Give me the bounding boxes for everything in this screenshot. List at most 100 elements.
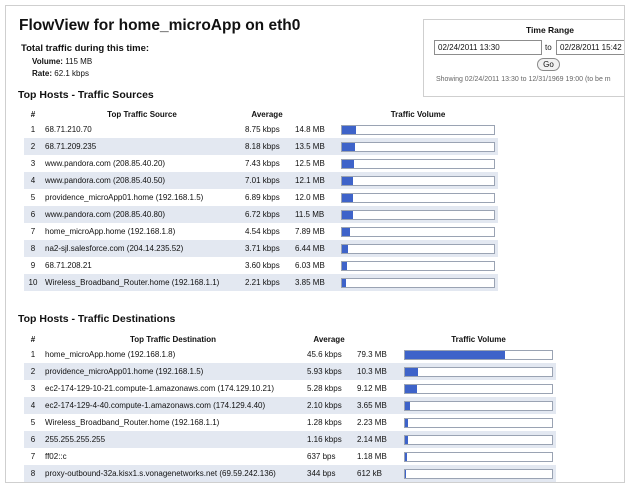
- host-cell: ff02::c: [45, 452, 67, 461]
- volume-bar: [404, 349, 553, 360]
- start-time-input[interactable]: [434, 40, 542, 55]
- host-cell: providence_microApp01.home (192.168.1.5): [45, 193, 204, 202]
- volume-label: Volume:: [32, 57, 63, 66]
- table-row: 3 www.pandora.com (208.85.40.20) 7.43 kbps…: [24, 155, 498, 172]
- table-row: 8 na2-sjl.salesforce.com (204.14.235.52) 3…: [24, 240, 498, 257]
- average-cell: 7.43 kbps: [245, 159, 280, 168]
- rank-cell: 9: [30, 261, 36, 270]
- average-cell: 8.18 kbps: [242, 138, 292, 155]
- volume-bar-cell: [338, 274, 498, 291]
- volume-bar: [341, 175, 495, 186]
- rank-cell: 6: [24, 431, 42, 448]
- bytes-cell: 2.14 MB: [354, 431, 401, 448]
- volume-bar: [404, 366, 553, 377]
- average-cell: 4.54 kbps: [245, 227, 280, 236]
- host-cell: ec2-174-129-4-40.compute-1.amazonaws.com…: [42, 397, 304, 414]
- time-range-panel: Time Range to Go Showing 02/24/2011 13:3…: [423, 19, 624, 97]
- col-source: Top Traffic Source: [107, 109, 177, 119]
- host-cell: 68.71.210.70: [45, 125, 92, 134]
- volume-bar-cell: [338, 240, 498, 257]
- rate-label: Rate:: [32, 69, 53, 78]
- bytes-cell: 7.89 MB: [295, 227, 325, 236]
- volume-bar-cell: [338, 155, 498, 172]
- bytes-cell: 612 kB: [354, 465, 401, 482]
- rank-cell: 5: [30, 193, 36, 202]
- sources-header-row: # Top Traffic Source Average Traffic Vol…: [24, 107, 498, 121]
- volume-summary: Volume: 115 MB: [32, 57, 92, 66]
- bytes-cell: 6.44 MB: [292, 240, 338, 257]
- bytes-cell: 3.65 MB: [354, 397, 401, 414]
- end-time-input[interactable]: [556, 40, 624, 55]
- rate-summary: Rate: 62.1 kbps: [32, 69, 89, 78]
- bytes-cell: 14.8 MB: [295, 125, 325, 134]
- volume-bar-cell: [338, 257, 498, 274]
- volume-bar: [404, 451, 553, 462]
- volume-bar-cell: [401, 397, 556, 414]
- volume-bar-cell: [338, 189, 498, 206]
- host-cell: www.pandora.com (208.85.40.50): [42, 172, 242, 189]
- bytes-cell: 11.5 MB: [292, 206, 338, 223]
- volume-bar-fill: [342, 176, 354, 185]
- bytes-cell: 1.18 MB: [357, 452, 387, 461]
- average-cell: 3.71 kbps: [242, 240, 292, 257]
- volume-bar-fill: [342, 278, 346, 287]
- volume-bar-fill: [405, 469, 406, 478]
- volume-bar-fill: [405, 452, 407, 461]
- rank-cell: 7: [30, 227, 36, 236]
- volume-bar-fill: [342, 193, 354, 202]
- average-cell: 5.28 kbps: [307, 384, 342, 393]
- page-title: FlowView for home_microApp on eth0: [19, 17, 301, 34]
- host-cell: home_microApp.home (192.168.1.8): [45, 350, 176, 359]
- volume-bar: [341, 226, 495, 237]
- rank-cell: 7: [30, 452, 36, 461]
- volume-bar-cell: [401, 346, 556, 363]
- volume-bar-fill: [405, 401, 411, 410]
- volume-bar: [341, 141, 495, 152]
- col-traffic-volume: Traffic Volume: [451, 334, 506, 344]
- volume-bar-cell: [401, 465, 556, 482]
- table-row: 5 Wireless_Broadband_Router.home (192.168…: [24, 414, 556, 431]
- rank-cell: 3: [30, 159, 36, 168]
- host-cell: ec2-174-129-10-21.compute-1.amazonaws.co…: [45, 384, 275, 393]
- go-button[interactable]: Go: [537, 58, 560, 71]
- table-row: 2 providence_microApp01.home (192.168.1.5…: [24, 363, 556, 380]
- rank-cell: 1: [30, 350, 36, 359]
- volume-bar: [404, 400, 553, 411]
- volume-bar-fill: [405, 350, 505, 359]
- table-row: 9 68.71.208.21 3.60 kbps 6.03 MB: [24, 257, 498, 274]
- rank-cell: 3: [30, 384, 36, 393]
- volume-bar-cell: [401, 363, 556, 380]
- volume-bar: [341, 158, 495, 169]
- volume-bar-fill: [342, 210, 353, 219]
- volume-bar-cell: [338, 206, 498, 223]
- sources-rows: 1 68.71.210.70 8.75 kbps 14.8 MB 2 68.71.209.…: [24, 121, 498, 291]
- bytes-cell: 79.3 MB: [357, 350, 387, 359]
- table-row: 6 255.255.255.255 1.16 kbps 2.14 MB: [24, 431, 556, 448]
- volume-bar-fill: [342, 227, 350, 236]
- volume-bar: [341, 243, 495, 254]
- volume-bar-fill: [342, 261, 348, 270]
- rank-cell: 2: [24, 363, 42, 380]
- bytes-cell: 2.23 MB: [357, 418, 387, 427]
- volume-bar-fill: [405, 435, 408, 444]
- bytes-cell: 12.5 MB: [295, 159, 325, 168]
- volume-bar: [404, 417, 553, 428]
- volume-value: 115 MB: [65, 57, 93, 66]
- host-cell: www.pandora.com (208.85.40.20): [45, 159, 166, 168]
- host-cell: 68.71.208.21: [45, 261, 92, 270]
- rate-value: 62.1 kbps: [54, 69, 89, 78]
- host-cell: 68.71.209.235: [42, 138, 242, 155]
- average-cell: 6.72 kbps: [242, 206, 292, 223]
- host-cell: Wireless_Broadband_Router.home (192.168.…: [45, 418, 220, 427]
- host-cell: home_microApp.home (192.168.1.8): [45, 227, 176, 236]
- volume-bar-cell: [338, 172, 498, 189]
- volume-bar-cell: [401, 431, 556, 448]
- average-cell: 2.21 kbps: [242, 274, 292, 291]
- showing-range-text: Showing 02/24/2011 13:30 to 12/31/1969 1…: [436, 76, 611, 83]
- bytes-cell: 3.85 MB: [292, 274, 338, 291]
- col-rank: #: [30, 109, 36, 119]
- table-row: 8 proxy-outbound-32a.kisx1.s.vonagenetwor…: [24, 465, 556, 482]
- average-cell: 637 bps: [307, 452, 336, 461]
- bytes-cell: 12.0 MB: [295, 193, 325, 202]
- rank-cell: 2: [24, 138, 42, 155]
